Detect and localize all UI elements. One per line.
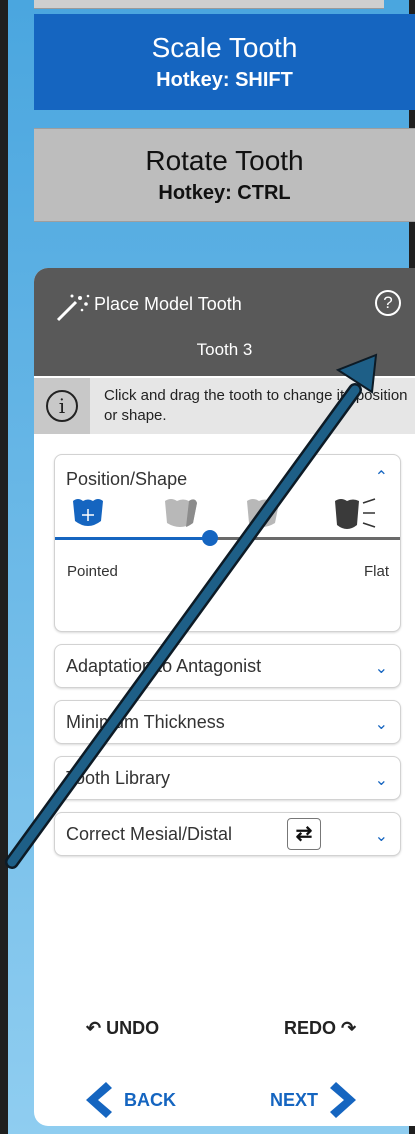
redo-label: REDO: [284, 1018, 337, 1038]
slider-min-label: Pointed: [67, 563, 118, 580]
undo-button[interactable]: ↶ UNDO: [86, 1018, 159, 1039]
panel-header: Place Model Tooth ? Tooth 3: [34, 268, 415, 376]
top-toolbar-strip: [34, 0, 384, 9]
help-icon[interactable]: ?: [375, 290, 401, 316]
info-icon-box: i: [34, 378, 90, 434]
redo-button[interactable]: REDO ↷: [284, 1018, 356, 1039]
rotate-tooth-label: Rotate Tooth: [145, 145, 304, 177]
back-arrow-icon: [86, 1082, 112, 1118]
shape-slider-fill: [55, 537, 211, 540]
chevron-down-icon[interactable]: ⌄: [375, 658, 388, 678]
move-tooth-icon[interactable]: [69, 495, 107, 533]
swap-icon[interactable]: ⇄: [287, 818, 321, 850]
info-text: Click and drag the tooth to change its p…: [104, 387, 408, 424]
sculpt-tooth-icon[interactable]: [241, 495, 283, 533]
slider-max-label: Flat: [363, 563, 389, 580]
undo-icon: ↶: [86, 1018, 102, 1038]
back-label: BACK: [124, 1089, 176, 1110]
magic-wand-icon: [56, 294, 90, 322]
chevron-down-icon[interactable]: ⌄: [375, 770, 388, 790]
next-arrow-icon: [330, 1082, 357, 1118]
adaptation-section[interactable]: Adaptation to Antagonist ⌄: [54, 644, 401, 688]
next-button[interactable]: NEXT: [270, 1080, 358, 1120]
back-button[interactable]: BACK: [84, 1080, 176, 1120]
rotate-tooth-button[interactable]: Rotate Tooth Hotkey: CTRL: [34, 128, 415, 222]
rotate-tooth-hotkey: Hotkey: CTRL: [158, 181, 291, 204]
info-bar: i Click and drag the tooth to change its…: [34, 378, 415, 434]
shape-tooth-icon[interactable]: [159, 495, 201, 533]
shape-slider-thumb[interactable]: [202, 530, 219, 546]
info-icon: i: [46, 390, 78, 422]
next-label: NEXT: [270, 1089, 319, 1110]
chevron-up-icon[interactable]: ⌃: [375, 467, 388, 487]
tooth-library-label: Tooth Library: [66, 768, 171, 788]
minimum-thickness-section[interactable]: Minimum Thickness ⌄: [54, 700, 401, 744]
redo-icon: ↷: [341, 1018, 357, 1038]
minimum-thickness-label: Minimum Thickness: [66, 712, 225, 732]
adjust-tooth-icon[interactable]: [331, 495, 379, 535]
place-model-tooth-panel: Place Model Tooth ? Tooth 3 i Click and …: [34, 268, 415, 1126]
adaptation-label: Adaptation to Antagonist: [66, 656, 262, 676]
scale-tooth-hotkey: Hotkey: SHIFT: [156, 68, 293, 91]
scale-tooth-label: Scale Tooth: [151, 32, 298, 64]
correct-mesial-distal-section[interactable]: Correct Mesial/Distal ⇄ ⌄: [54, 812, 401, 856]
tooth-library-section[interactable]: Tooth Library ⌄: [54, 756, 401, 800]
position-shape-label: Position/Shape: [66, 469, 188, 489]
panel-title: Place Model Tooth: [94, 294, 242, 314]
chevron-down-icon[interactable]: ⌄: [375, 826, 388, 846]
scale-tooth-button[interactable]: Scale Tooth Hotkey: SHIFT: [34, 14, 415, 110]
position-shape-section[interactable]: Position/Shape ⌃ Pointed Flat: [54, 454, 401, 632]
tooth-number: Tooth 3: [196, 340, 253, 359]
chevron-down-icon[interactable]: ⌄: [375, 714, 388, 734]
window-border-left: [0, 0, 8, 1134]
undo-label: UNDO: [106, 1018, 160, 1038]
correct-mesial-distal-label: Correct Mesial/Distal: [66, 824, 233, 844]
